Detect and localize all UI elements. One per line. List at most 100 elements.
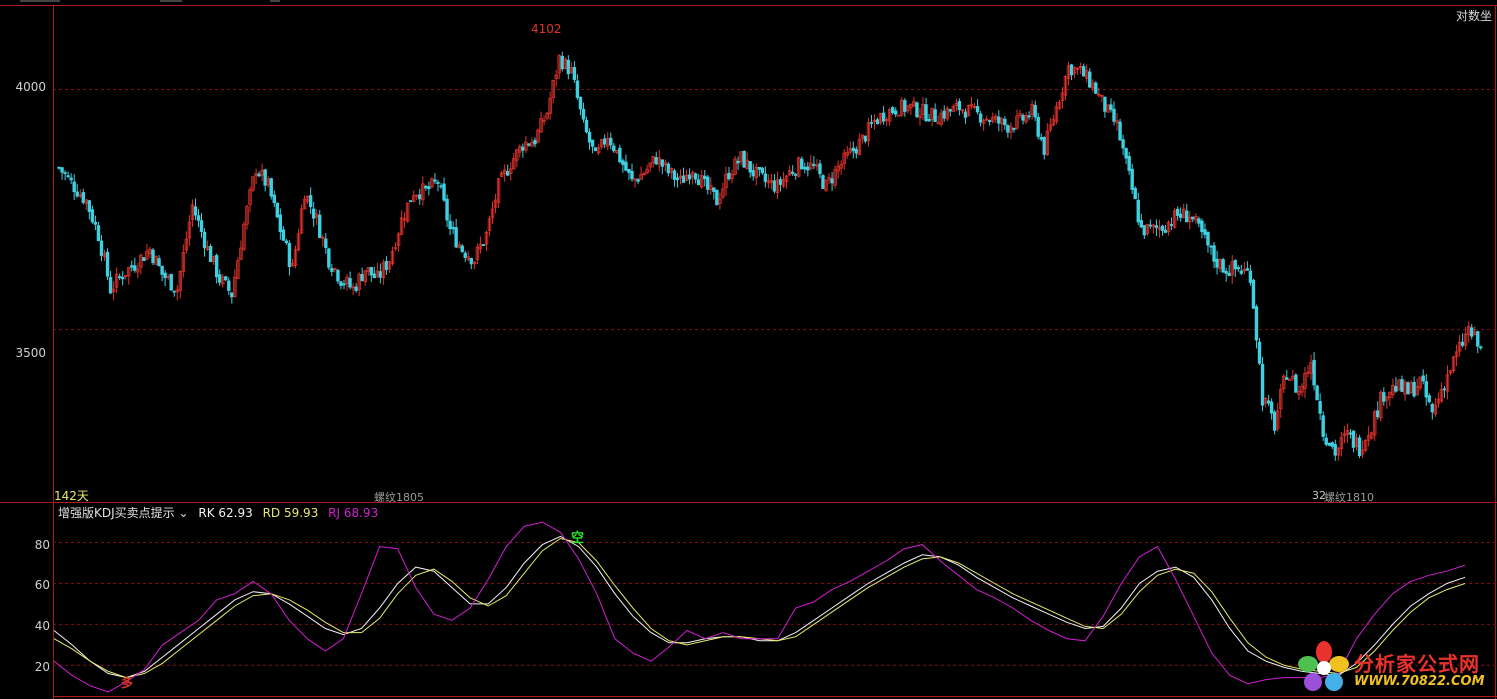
candle-body bbox=[578, 96, 583, 110]
candle-body bbox=[105, 251, 110, 277]
candle-body bbox=[812, 163, 816, 166]
candle-body bbox=[439, 185, 443, 188]
candle-body bbox=[1006, 125, 1010, 133]
candle-body bbox=[800, 158, 804, 170]
candle-body bbox=[703, 175, 707, 180]
kdj-line-rd bbox=[53, 537, 1466, 679]
candle-body bbox=[957, 101, 962, 111]
candle-body bbox=[696, 179, 701, 186]
candle-body bbox=[169, 273, 173, 291]
candle-body bbox=[408, 200, 413, 203]
candle-body bbox=[1442, 388, 1447, 391]
candle-body bbox=[1254, 306, 1259, 341]
watermark-url: WWW.70822.COM bbox=[1354, 674, 1485, 689]
candle-body bbox=[442, 183, 446, 201]
candle-body bbox=[1154, 225, 1159, 228]
candle-body bbox=[757, 166, 762, 170]
candle-body bbox=[1039, 137, 1043, 140]
candle-body bbox=[560, 55, 564, 70]
candle-body bbox=[863, 135, 868, 142]
candle-body bbox=[1257, 341, 1262, 364]
candle-body bbox=[1012, 128, 1016, 130]
candle-body bbox=[566, 59, 571, 75]
candle-body bbox=[1376, 410, 1380, 418]
candle-body bbox=[1212, 245, 1216, 262]
candle-body bbox=[978, 113, 983, 123]
candle-body bbox=[281, 229, 286, 241]
candle-body bbox=[1333, 444, 1337, 456]
watermark: 分析家公式网 WWW.70822.COM bbox=[1298, 640, 1494, 696]
candle-body bbox=[163, 272, 167, 279]
candle-body bbox=[869, 122, 874, 124]
candle-body bbox=[1224, 270, 1228, 274]
candle-body bbox=[469, 258, 474, 265]
candle-body bbox=[436, 182, 440, 184]
candle-body bbox=[1227, 272, 1231, 277]
candle-body bbox=[1163, 229, 1168, 233]
candle-body bbox=[1209, 245, 1213, 248]
candle-body bbox=[830, 178, 834, 184]
candle-body bbox=[354, 286, 358, 292]
candle-body bbox=[1103, 96, 1107, 112]
candle-body bbox=[772, 180, 777, 192]
candle-body bbox=[214, 255, 219, 278]
candle-body bbox=[1324, 437, 1328, 445]
candle-body bbox=[318, 214, 322, 239]
candle-body bbox=[1233, 259, 1237, 270]
candle-body bbox=[66, 175, 70, 178]
candle-body bbox=[445, 198, 449, 221]
candle-body bbox=[1479, 346, 1483, 349]
kdj-tick-80: 80 bbox=[34, 538, 50, 552]
candle-body bbox=[1351, 430, 1356, 448]
candle-body bbox=[1148, 224, 1153, 227]
candle-body bbox=[1081, 66, 1086, 77]
candle-body bbox=[1130, 168, 1134, 190]
candle-body bbox=[1121, 139, 1125, 149]
candle-body bbox=[1251, 279, 1256, 309]
candle-body bbox=[202, 231, 207, 249]
candle-body bbox=[712, 187, 716, 192]
candle-body bbox=[618, 147, 622, 163]
candle-body bbox=[218, 274, 222, 283]
candle-body bbox=[224, 276, 228, 281]
candle-body bbox=[715, 189, 719, 206]
candle-body bbox=[821, 175, 825, 189]
candle-body bbox=[1124, 148, 1128, 159]
candle-body bbox=[590, 139, 595, 147]
candle-body bbox=[693, 173, 698, 180]
candle-body bbox=[1139, 220, 1143, 228]
candle-body bbox=[372, 273, 377, 279]
kdj-tick-40: 40 bbox=[34, 619, 50, 633]
candle-body bbox=[1178, 213, 1183, 218]
candle-body bbox=[1003, 118, 1007, 126]
candle-body bbox=[369, 266, 373, 276]
candle-body bbox=[1427, 395, 1431, 403]
candle-body bbox=[1245, 268, 1250, 271]
candle-body bbox=[790, 171, 795, 174]
candle-body bbox=[1272, 411, 1277, 431]
candle-body bbox=[448, 220, 452, 230]
candle-body bbox=[1394, 386, 1398, 392]
candle-body bbox=[269, 178, 273, 197]
candle-body bbox=[924, 104, 928, 121]
candle-body bbox=[1269, 401, 1274, 414]
candle-body bbox=[687, 174, 692, 180]
candle-body bbox=[593, 147, 598, 152]
candle-body bbox=[1021, 115, 1025, 121]
candle-body bbox=[851, 147, 855, 152]
candle-body bbox=[120, 276, 125, 280]
candle-body bbox=[660, 159, 665, 167]
candle-body bbox=[460, 245, 464, 252]
candle-body bbox=[230, 292, 234, 298]
candle-body bbox=[1421, 375, 1425, 382]
candle-body bbox=[1239, 270, 1244, 274]
candle-body bbox=[418, 194, 422, 200]
candle-body bbox=[1203, 229, 1207, 235]
candle-body bbox=[336, 269, 340, 282]
candle-body bbox=[81, 192, 85, 203]
candle-body bbox=[60, 167, 64, 173]
candle-body bbox=[624, 161, 628, 171]
candle-body bbox=[1036, 116, 1040, 137]
candle-body bbox=[424, 185, 428, 189]
candle-body bbox=[378, 271, 383, 278]
